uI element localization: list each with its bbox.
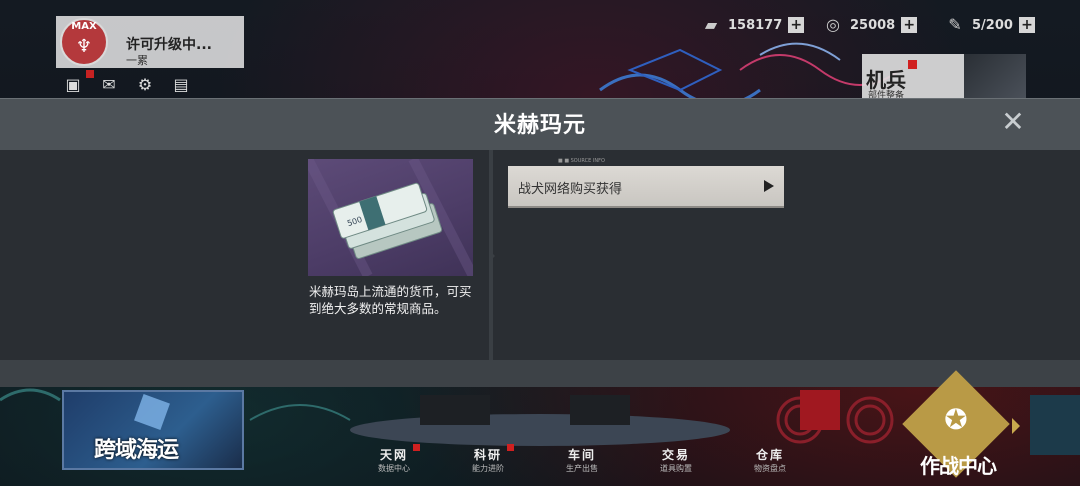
notification-dot: [908, 60, 917, 69]
cube-icon: [134, 394, 170, 430]
resource-stamina: ✎ 5/200 +: [944, 14, 1035, 36]
item-icon-card: 500: [308, 159, 473, 276]
medal-icon: ◎: [826, 15, 840, 34]
nav-sublabel: 数据中心: [378, 464, 410, 473]
profile-subtitle: 一累: [126, 54, 148, 67]
mecha-thumbnail: [964, 54, 1026, 98]
card-icon: ▰: [704, 15, 718, 34]
mail-icon[interactable]: ✉: [98, 76, 120, 94]
event-title: 跨域海运: [94, 438, 179, 463]
event-banner[interactable]: 跨域海运: [62, 390, 244, 470]
nav-workshop[interactable]: 车间 生产出售: [552, 446, 612, 474]
notification-dot: [507, 444, 514, 451]
hud-shortcuts: ▣ ✉ ⚙ ▤: [62, 76, 192, 94]
wrench-icon: ✎: [948, 15, 962, 34]
nav-warehouse[interactable]: 仓库 物资盘点: [740, 446, 800, 474]
combat-emblem-icon: ✪: [944, 403, 968, 436]
nav-label: 交易: [661, 448, 690, 462]
nav-research[interactable]: 科研 能力进阶: [458, 444, 518, 474]
source-button-label: 战犬网络购买获得: [518, 182, 623, 197]
profile-title: 许可升级中...: [126, 37, 212, 53]
add-stamina-button[interactable]: +: [1018, 17, 1035, 33]
modal-header: 米赫玛元 ✕: [0, 98, 1080, 151]
source-caption: ■ ■ SOURCE INFO: [558, 158, 605, 164]
source-purchase-button[interactable]: 战犬网络购买获得: [508, 166, 784, 206]
card-icon[interactable]: ▣: [62, 76, 84, 94]
item-description: 米赫玛岛上流通的货币，可买到绝大多数的常规商品。: [309, 284, 472, 316]
nav-sublabel: 道具购置: [660, 464, 692, 473]
rank-badge-text: MAX: [71, 21, 97, 32]
nav-skynet[interactable]: 天网 数据中心: [364, 444, 424, 474]
mecha-panel[interactable]: 机兵 部件整备: [862, 54, 1026, 101]
play-icon: [764, 180, 774, 192]
close-icon[interactable]: ✕: [1000, 108, 1026, 136]
banknote-stack-icon: 500: [308, 159, 473, 276]
nav-sublabel: 物资盘点: [754, 464, 786, 473]
add-credits-button[interactable]: +: [788, 17, 805, 33]
resource-value: 25008: [850, 17, 896, 33]
nav-sublabel: 生产出售: [566, 464, 598, 473]
nav-label: 仓库: [755, 448, 784, 462]
resource-medals: ◎ 25008 +: [822, 14, 918, 36]
divider-arrow: [489, 250, 495, 262]
eagle-icon: ♆: [75, 36, 93, 57]
nav-sublabel: 能力进阶: [472, 464, 504, 473]
clipboard-icon[interactable]: ▤: [170, 76, 192, 94]
resource-credits: ▰ 158177 +: [700, 14, 805, 36]
arrow-right-icon: [1012, 418, 1020, 434]
add-medals-button[interactable]: +: [901, 17, 918, 33]
resource-value: 5/200: [972, 17, 1013, 33]
nav-label: 车间: [567, 448, 596, 462]
modal-footer: [0, 360, 1080, 387]
modal-title: 米赫玛元: [493, 113, 586, 138]
player-profile[interactable]: MAX ♆ 许可升级中... 一累: [56, 16, 244, 68]
nav-trade[interactable]: 交易 道具购置: [646, 446, 706, 474]
settings-icon[interactable]: ⚙: [134, 76, 156, 94]
notification-dot: [413, 444, 420, 451]
resource-value: 158177: [728, 17, 783, 33]
rank-badge-icon: MAX ♆: [60, 18, 108, 66]
combat-center-label: 作战中心: [920, 454, 997, 478]
